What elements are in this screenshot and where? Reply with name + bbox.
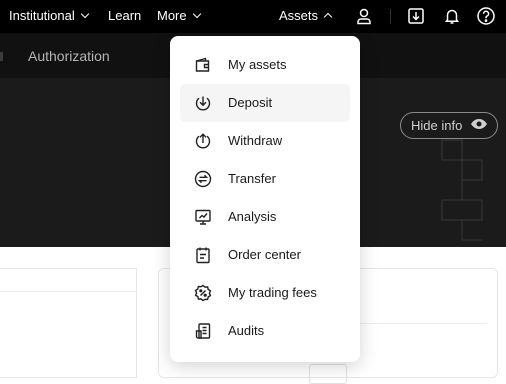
top-nav-bar: Institutional Learn More Assets	[0, 0, 506, 33]
nav-more[interactable]: More	[157, 8, 201, 23]
nav-divider	[390, 9, 391, 24]
menu-item-transfer[interactable]: Transfer	[180, 160, 350, 198]
menu-item-order-center[interactable]: Order center	[180, 236, 350, 274]
card-box	[309, 364, 347, 384]
hero-pattern-graphic	[441, 139, 483, 241]
eye-icon	[470, 118, 488, 133]
menu-item-label: My assets	[228, 57, 287, 72]
nav-assets[interactable]: Assets	[279, 8, 333, 23]
menu-item-label: Analysis	[228, 209, 277, 224]
help-icon[interactable]	[475, 5, 497, 27]
tab-authorization[interactable]: Authorization	[28, 48, 110, 64]
hide-info-button[interactable]: Hide info	[400, 112, 498, 139]
deposit-icon	[194, 94, 212, 112]
transfer-icon	[194, 170, 212, 188]
nav-institutional-label: Institutional	[9, 8, 75, 23]
nav-learn-label: Learn	[108, 8, 142, 23]
menu-item-label: Order center	[228, 247, 301, 262]
chevron-up-icon	[323, 12, 333, 22]
menu-item-label: Withdraw	[228, 133, 283, 148]
chevron-down-icon	[192, 9, 201, 18]
chevron-down-icon	[80, 9, 90, 18]
menu-item-my-assets[interactable]: My assets	[180, 46, 350, 84]
assets-dropdown-menu: My assets Deposit Withdraw Transfer Anal…	[170, 36, 360, 362]
menu-item-label: My trading fees	[228, 285, 317, 300]
bell-icon[interactable]	[441, 5, 463, 27]
menu-item-withdraw[interactable]: Withdraw	[180, 122, 350, 160]
card-divider	[0, 291, 137, 292]
user-icon[interactable]	[353, 5, 375, 27]
menu-item-label: Transfer	[228, 171, 276, 186]
withdraw-icon	[194, 132, 212, 150]
trading-fees-icon	[194, 284, 212, 302]
nav-learn[interactable]: Learn	[108, 8, 141, 23]
menu-item-label: Audits	[228, 323, 265, 338]
content-card-left	[0, 268, 137, 378]
menu-item-my-trading-fees[interactable]: My trading fees	[180, 274, 350, 312]
menu-item-analysis[interactable]: Analysis	[180, 198, 350, 236]
tab-separator	[0, 52, 3, 61]
nav-assets-label: Assets	[279, 8, 319, 23]
hide-info-label: Hide info	[411, 118, 463, 133]
wallet-icon	[194, 56, 212, 74]
analysis-icon	[194, 208, 212, 226]
audits-icon	[194, 322, 212, 340]
nav-more-label: More	[157, 8, 187, 23]
menu-item-label: Deposit	[228, 95, 273, 110]
order-center-icon	[194, 246, 212, 264]
menu-item-audits[interactable]: Audits	[180, 312, 350, 350]
download-icon[interactable]	[405, 5, 427, 27]
card-divider	[359, 323, 487, 324]
nav-institutional[interactable]: Institutional	[9, 8, 90, 23]
menu-item-deposit[interactable]: Deposit	[180, 84, 350, 122]
